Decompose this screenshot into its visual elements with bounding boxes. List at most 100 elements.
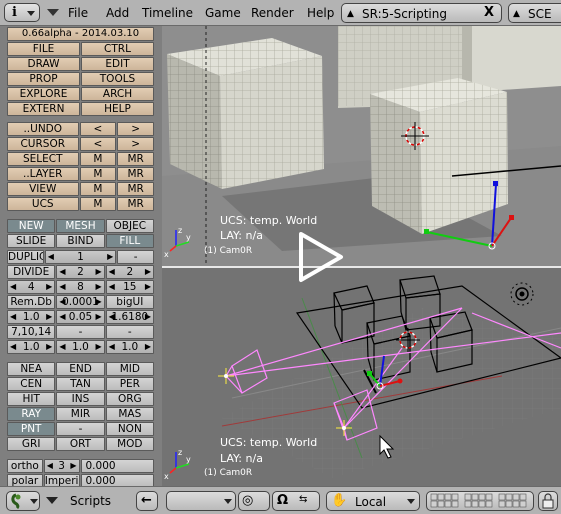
p-phi-button[interactable]: ◀ 1.6180 ▶ [105, 310, 154, 324]
viewport-top[interactable]: z y x UCS: temp. World LAY: n/a (1) Cam0… [162, 26, 561, 266]
help-button[interactable]: HELP [81, 102, 154, 116]
screen-selector[interactable]: ▲ SR:5-Scripting X [341, 3, 502, 23]
increment-icon[interactable]: ▶ [46, 341, 52, 353]
orientation-select[interactable]: ✋ Local [326, 491, 420, 511]
decrement-icon[interactable]: ◀ [59, 311, 65, 323]
increment-icon[interactable]: ▶ [46, 311, 52, 323]
undo-button[interactable]: ..UNDO [7, 122, 79, 136]
view-mr-button[interactable]: MR [117, 182, 154, 196]
ray-button[interactable]: RAY [7, 407, 56, 421]
layer-button[interactable]: ..LAYER [7, 167, 79, 181]
collapse-menu-icon[interactable] [46, 497, 58, 504]
p-10a-button[interactable]: ◀ 1.0 ▶ [7, 310, 56, 324]
ucs-button[interactable]: UCS [7, 197, 79, 211]
p-10d-button[interactable]: ◀ 1.0 ▶ [105, 340, 154, 354]
explore-button[interactable]: EXPLORE [7, 87, 80, 101]
pivot-select[interactable]: ◎ [238, 491, 270, 511]
mir-button[interactable]: MIR [56, 407, 105, 421]
duplic-count-button[interactable]: ◀ 1 ▶ [44, 250, 117, 264]
ortho-value[interactable]: 0.000 [80, 459, 154, 473]
viewport-mode-select[interactable] [166, 491, 236, 511]
per-button[interactable]: PER [105, 377, 154, 391]
slide-button[interactable]: SLIDE [7, 234, 56, 248]
hit-button[interactable]: HIT [7, 392, 56, 406]
p-dash1-button[interactable]: - [56, 325, 105, 339]
increment-icon[interactable]: ▶ [145, 341, 151, 353]
manipulator-toggle[interactable]: Ω ⇆ [272, 491, 320, 511]
layer-buttons[interactable] [426, 491, 534, 511]
view-button[interactable]: VIEW [7, 182, 79, 196]
increment-icon[interactable]: ▶ [46, 281, 52, 293]
decrement-icon[interactable]: ◀ [59, 281, 65, 293]
collapse-menu-icon[interactable] [47, 9, 59, 16]
decrement-icon[interactable]: ◀ [59, 266, 65, 278]
menu-help[interactable]: Help [307, 6, 334, 20]
mesh-button[interactable]: MESH [56, 219, 105, 233]
p-15-button[interactable]: ◀ 15 ▶ [105, 280, 154, 294]
bind-button[interactable]: BIND [56, 234, 105, 248]
play-icon[interactable] [296, 230, 346, 284]
scripts-back-button[interactable]: ← [136, 491, 158, 511]
close-icon[interactable]: X [481, 6, 497, 20]
menu-game[interactable]: Game [205, 6, 241, 20]
gri-button[interactable]: GRI [7, 437, 56, 451]
divide-button[interactable]: DIVIDE [7, 265, 56, 279]
p-8-button[interactable]: ◀ 8 ▶ [56, 280, 105, 294]
decrement-icon[interactable]: ◀ [10, 311, 16, 323]
p-dash2-button[interactable]: - [105, 325, 154, 339]
decrement-icon[interactable]: ◀ [109, 281, 115, 293]
edit-button[interactable]: EDIT [81, 57, 154, 71]
scene-selector[interactable]: ▲ SCE [508, 3, 561, 23]
decrement-icon[interactable]: ◀ [109, 311, 115, 323]
mid-button[interactable]: MID [105, 362, 154, 376]
increment-icon[interactable]: ▶ [145, 281, 151, 293]
increment-icon[interactable]: ▶ [107, 251, 113, 263]
decrement-icon[interactable]: ◀ [48, 251, 54, 263]
divide-b-button[interactable]: ◀ 2 ▶ [105, 265, 154, 279]
lock-layers-button[interactable] [538, 491, 558, 511]
ucs-m-button[interactable]: M [79, 197, 117, 211]
bigui-button[interactable]: bigUI [105, 295, 154, 309]
mas-button[interactable]: MAS [105, 407, 154, 421]
select-mr-button[interactable]: MR [117, 152, 154, 166]
nea-button[interactable]: NEA [7, 362, 56, 376]
p-71014-button[interactable]: 7,10,14 [7, 325, 56, 339]
select-m-button[interactable]: M [79, 152, 117, 166]
ucs-mr-button[interactable]: MR [117, 197, 154, 211]
tools-button[interactable]: TOOLS [81, 72, 154, 86]
remdb-button[interactable]: Rem.Db [7, 295, 56, 309]
p-4-button[interactable]: ◀ 4 ▶ [7, 280, 56, 294]
layer-m-button[interactable]: M [79, 167, 117, 181]
undo-prev-button[interactable]: < [79, 122, 117, 136]
remdb-val-button[interactable]: ◀ 0.0001 ▶ [56, 295, 105, 309]
prop-button[interactable]: PROP [7, 72, 80, 86]
ort-button[interactable]: ORT [56, 437, 105, 451]
decrement-icon[interactable]: ◀ [10, 281, 16, 293]
scripts-menu[interactable]: Scripts [70, 494, 111, 508]
cursor-next-button[interactable]: > [117, 137, 154, 151]
increment-icon[interactable]: ▶ [96, 281, 102, 293]
p-10b-button[interactable]: ◀ 1.0 ▶ [7, 340, 56, 354]
extern-button[interactable]: EXTERN [7, 102, 80, 116]
decrement-icon[interactable]: ◀ [10, 341, 16, 353]
select-button[interactable]: SELECT [7, 152, 79, 166]
mod-button[interactable]: MOD [105, 437, 154, 451]
increment-icon[interactable]: ▶ [145, 311, 151, 323]
viewport-bottom[interactable]: z y x UCS: temp. World LAY: n/a (1) Cam0… [162, 268, 561, 486]
decrement-icon[interactable]: ◀ [109, 341, 115, 353]
ortho-steps[interactable]: ◀ 3 ▶ [43, 459, 80, 473]
org-button[interactable]: ORG [105, 392, 154, 406]
divide-a-button[interactable]: ◀ 2 ▶ [56, 265, 105, 279]
menu-render[interactable]: Render [251, 6, 294, 20]
decrement-icon[interactable]: ◀ [59, 296, 65, 308]
non-button[interactable]: NON [105, 422, 154, 436]
objec-button[interactable]: OBJEC [105, 219, 154, 233]
fill-button[interactable]: FILL [105, 234, 154, 248]
pnt-button[interactable]: PNT [7, 422, 56, 436]
ortho-label[interactable]: ortho [7, 459, 43, 473]
cursor-prev-button[interactable]: < [79, 137, 117, 151]
arch-button[interactable]: ARCH [81, 87, 154, 101]
cen-button[interactable]: CEN [7, 377, 56, 391]
duplic-button[interactable]: DUPLIC [7, 250, 44, 264]
undo-next-button[interactable]: > [117, 122, 154, 136]
